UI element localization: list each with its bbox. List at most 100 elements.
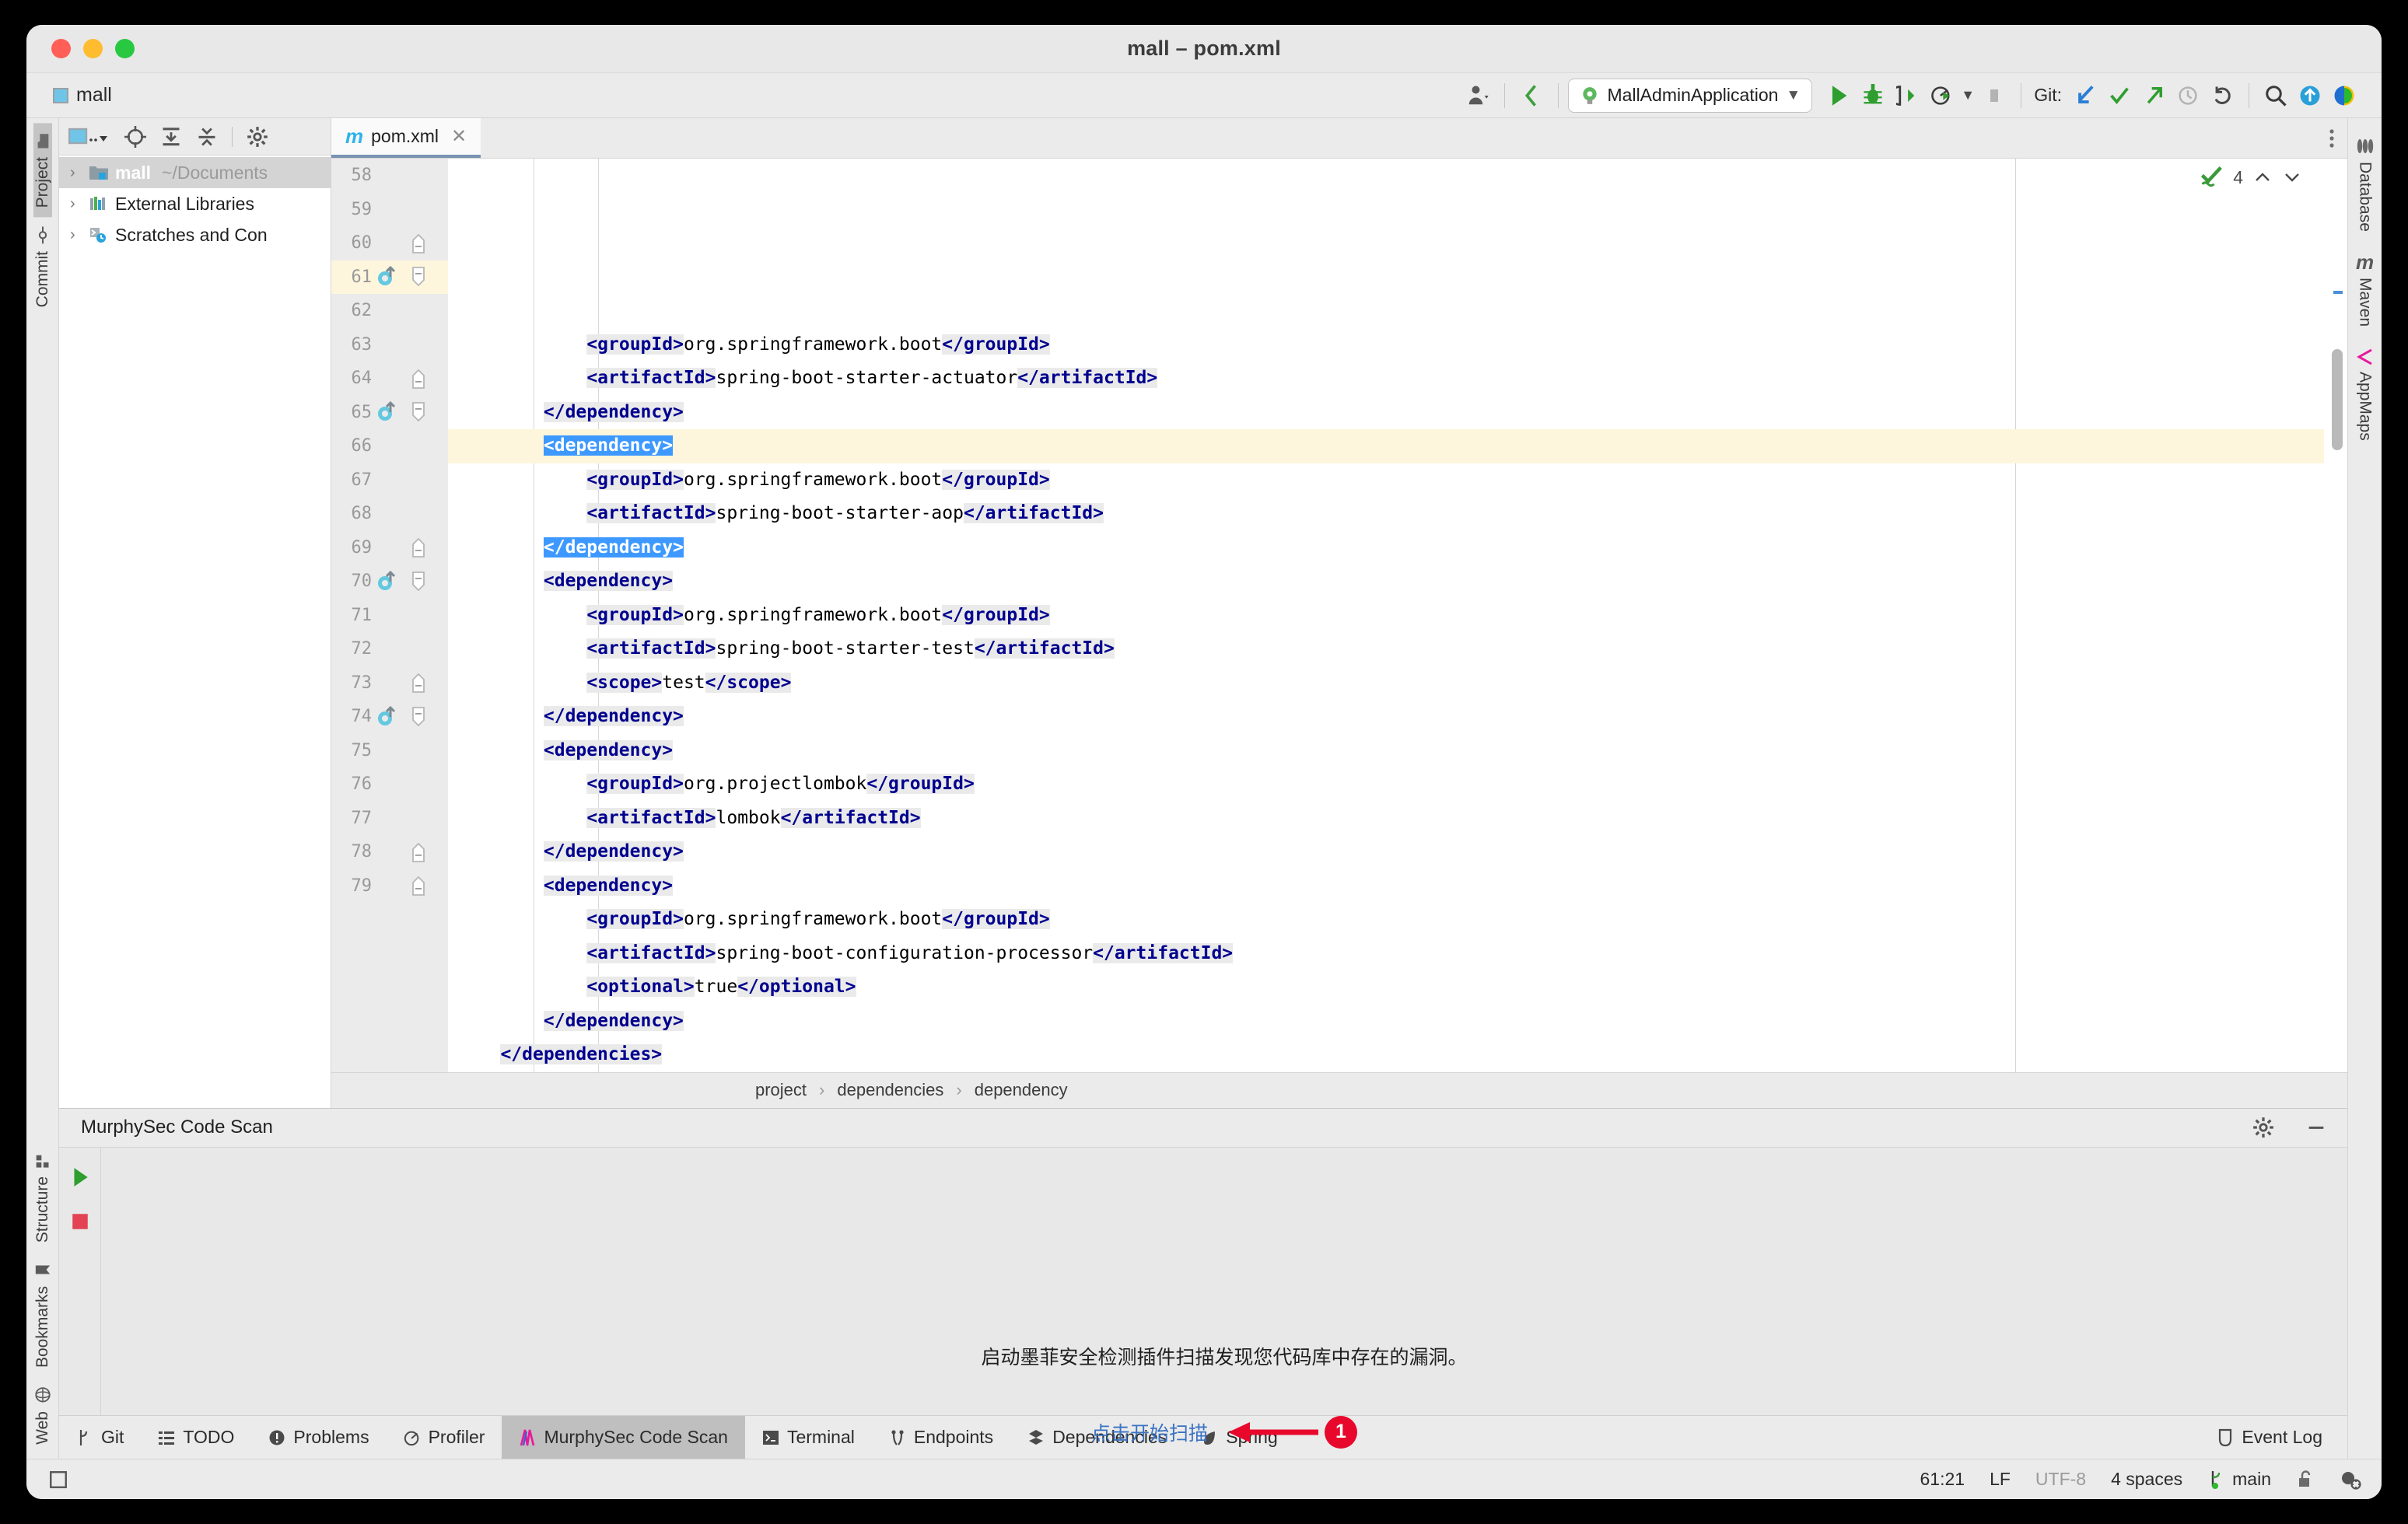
fold-end-icon[interactable] xyxy=(403,841,434,864)
sidebar-item-commit[interactable]: Commit xyxy=(33,217,52,316)
fold-start-icon[interactable] xyxy=(403,705,434,729)
chevron-down-icon-3[interactable] xyxy=(2282,170,2302,185)
settings-gear-icon-2[interactable] xyxy=(2252,1117,2274,1138)
person-icon[interactable] xyxy=(1461,79,1495,113)
stop-icon[interactable] xyxy=(1977,79,2011,113)
code-line-74[interactable]: <dependency> xyxy=(448,869,2347,904)
code-line-79[interactable]: </dependencies> xyxy=(448,1038,2347,1072)
sidebar-item-structure[interactable]: Structure xyxy=(33,1144,52,1252)
gutter-line-62[interactable]: 62 xyxy=(331,294,448,328)
fold-end-icon[interactable] xyxy=(403,536,434,559)
arrow-up-right-icon[interactable] xyxy=(2137,79,2171,113)
maven-dependency-update-icon[interactable] xyxy=(372,705,403,728)
gutter-line-58[interactable]: 58 xyxy=(331,159,448,193)
code-line-68[interactable]: <scope>test</scope> xyxy=(448,666,2347,701)
gutter-line-69[interactable]: 69 xyxy=(331,531,448,565)
tab-pom-xml[interactable]: m pom.xml ✕ xyxy=(331,118,481,158)
scrollbar-thumb[interactable] xyxy=(2332,349,2343,450)
breadcrumb-item-dependency[interactable]: dependency xyxy=(975,1080,1068,1100)
code-line-73[interactable]: </dependency> xyxy=(448,835,2347,869)
gutter-line-64[interactable]: 64 xyxy=(331,362,448,396)
clock-icon[interactable] xyxy=(2171,79,2205,113)
gutter-line-61[interactable]: 61 xyxy=(331,260,448,294)
fold-end-icon[interactable] xyxy=(403,232,434,255)
tree-node-scratches[interactable]: › Scratches and Con xyxy=(59,219,331,250)
fold-start-icon[interactable] xyxy=(403,400,434,424)
chevron-right-icon-2[interactable]: › xyxy=(70,195,82,213)
maven-dependency-update-icon[interactable] xyxy=(372,570,403,592)
code-line-69[interactable]: </dependency> xyxy=(448,700,2347,734)
gutter-line-73[interactable]: 73 xyxy=(331,666,448,701)
run-configuration-selector[interactable]: MallAdminApplication ▼ xyxy=(1567,78,1813,113)
maven-dependency-update-icon[interactable] xyxy=(372,401,403,423)
editor-gutter[interactable]: 58 59 60 61 62 63 64 65 66 67 68 69 70 71 72 73 74 75 76 77… xyxy=(331,159,448,1072)
git-pull-icon[interactable] xyxy=(2068,79,2102,113)
tree-node-mall[interactable]: › mall ~/Documents xyxy=(59,157,331,188)
fold-end-icon[interactable] xyxy=(403,367,434,390)
project-view-dropdown-icon[interactable] xyxy=(68,127,110,147)
code-line-77[interactable]: <optional>true</optional> xyxy=(448,970,2347,1005)
sidebar-item-appmaps[interactable]: AppMaps xyxy=(2356,337,2375,452)
gutter-line-75[interactable]: 75 xyxy=(331,734,448,768)
gutter-line-59[interactable]: 59 xyxy=(331,193,448,227)
code-line-60[interactable]: </dependency> xyxy=(448,396,2347,430)
run-icon[interactable] xyxy=(1822,79,1856,113)
code-line-76[interactable]: <artifactId>spring-boot-configuration-pr… xyxy=(448,937,2347,971)
gutter-line-77[interactable]: 77 xyxy=(331,802,448,836)
unlock-icon[interactable] xyxy=(2296,1470,2315,1490)
code-line-65[interactable]: <dependency> xyxy=(448,565,2347,599)
gutter-line-66[interactable]: 66 xyxy=(331,429,448,463)
line-separator[interactable]: LF xyxy=(1990,1469,2011,1490)
fold-end-icon[interactable] xyxy=(403,671,434,694)
chevron-up-icon[interactable] xyxy=(2252,170,2273,185)
code-line-75[interactable]: <groupId>org.springframework.boot</group… xyxy=(448,903,2347,937)
code-content[interactable]: <groupId>org.springframework.boot</group… xyxy=(448,159,2347,1072)
gutter-line-70[interactable]: 70 xyxy=(331,565,448,599)
gutter-line-78[interactable]: 78 xyxy=(331,835,448,869)
rainbow-circle-icon[interactable] xyxy=(2327,79,2361,113)
run-scan-button[interactable] xyxy=(70,1166,90,1188)
profiler-icon[interactable] xyxy=(1924,79,1958,113)
gutter-line-67[interactable]: 67 xyxy=(331,463,448,498)
start-scan-link[interactable]: 点击开始扫描 xyxy=(1091,1418,1208,1446)
inspection-widget[interactable]: 4 xyxy=(2200,166,2302,188)
gutter-line-76[interactable]: 76 xyxy=(331,767,448,802)
debug-icon[interactable] xyxy=(1856,79,1890,113)
stop-scan-button[interactable] xyxy=(70,1211,90,1232)
gutter-line-60[interactable]: 60 xyxy=(331,226,448,260)
checkmark-icon[interactable] xyxy=(2102,79,2137,113)
caret-position[interactable]: 61:21 xyxy=(1920,1469,1965,1490)
coverage-icon[interactable] xyxy=(1890,79,1924,113)
chevron-left-icon[interactable] xyxy=(1514,79,1549,113)
gutter-line-65[interactable]: 65 xyxy=(331,396,448,430)
expand-all-icon[interactable] xyxy=(160,126,182,148)
code-line-72[interactable]: <artifactId>lombok</artifactId> xyxy=(448,802,2347,836)
code-line-71[interactable]: <groupId>org.projectlombok</groupId> xyxy=(448,767,2347,802)
code-line-62[interactable]: <groupId>org.springframework.boot</group… xyxy=(448,463,2347,498)
fold-start-icon[interactable] xyxy=(403,265,434,288)
gutter-line-71[interactable]: 71 xyxy=(331,599,448,633)
project-name-widget[interactable]: mall xyxy=(53,84,112,107)
chevron-down-icon-2[interactable]: ▼ xyxy=(1958,79,1977,113)
gutter-line-72[interactable]: 72 xyxy=(331,632,448,666)
search-icon[interactable] xyxy=(2259,79,2293,113)
code-line-59[interactable]: <artifactId>spring-boot-starter-actuator… xyxy=(448,362,2347,396)
undo-icon[interactable] xyxy=(2205,79,2239,113)
tree-node-external-libraries[interactable]: › External Libraries xyxy=(59,188,331,219)
code-line-61[interactable]: <dependency> xyxy=(448,429,2347,463)
code-line-70[interactable]: <dependency> xyxy=(448,734,2347,768)
sidebar-item-database[interactable]: Database xyxy=(2356,126,2375,243)
editor-scrollbar[interactable] xyxy=(2324,159,2347,1072)
gutter-line-68[interactable]: 68 xyxy=(331,497,448,531)
sidebar-item-bookmarks[interactable]: Bookmarks xyxy=(33,1252,52,1377)
sidebar-item-maven[interactable]: m Maven xyxy=(2353,243,2377,337)
minimize-icon[interactable] xyxy=(2305,1117,2327,1138)
breadcrumb-item-project[interactable]: project xyxy=(755,1080,807,1100)
code-line-66[interactable]: <groupId>org.springframework.boot</group… xyxy=(448,599,2347,633)
settings-gear-icon[interactable] xyxy=(247,126,268,148)
editor-options-menu[interactable] xyxy=(2329,118,2347,158)
maven-dependency-update-icon[interactable] xyxy=(372,266,403,288)
indent-setting[interactable]: 4 spaces xyxy=(2111,1469,2182,1490)
code-line-67[interactable]: <artifactId>spring-boot-starter-test</ar… xyxy=(448,632,2347,666)
sidebar-item-project[interactable]: Project xyxy=(33,123,52,218)
